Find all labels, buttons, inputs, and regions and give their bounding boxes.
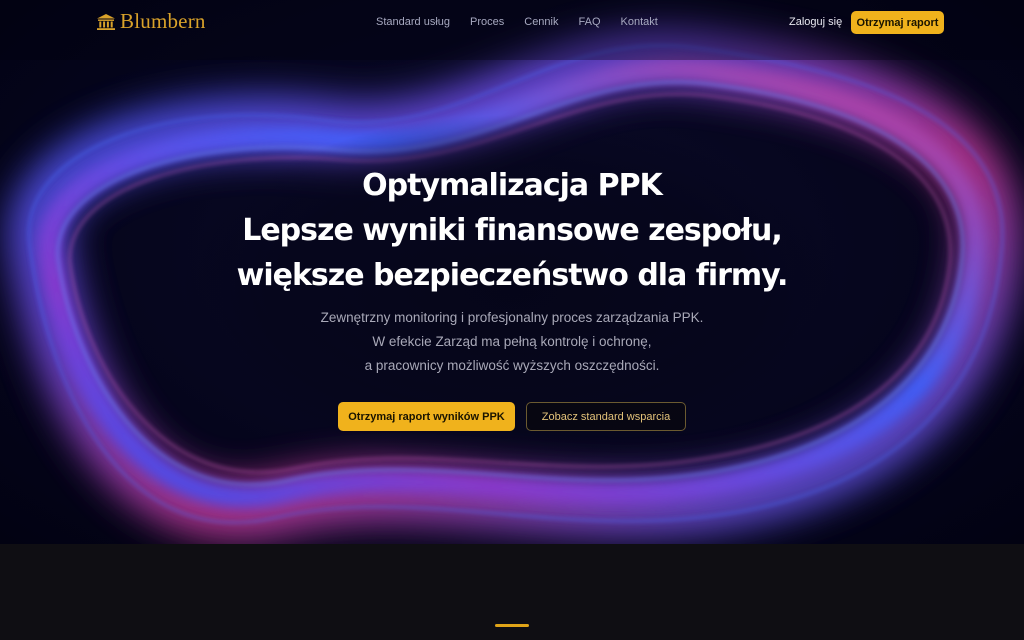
nav-link-kontakt[interactable]: Kontakt	[621, 16, 658, 28]
bank-building-icon	[97, 13, 115, 30]
get-report-button[interactable]: Otrzymaj raport	[851, 11, 944, 34]
subtitle-line-2: W efekcie Zarząd ma pełną kontrolę i och…	[372, 334, 652, 349]
subtitle-line-3: a pracownicy możliwość wyższych oszczędn…	[364, 358, 660, 373]
nav-link-cennik[interactable]: Cennik	[524, 16, 558, 28]
nav-link-proces[interactable]: Proces	[470, 16, 504, 28]
hero-subtitle: Zewnętrzny monitoring i profesjonalny pr…	[0, 306, 1024, 378]
subtitle-line-1: Zewnętrzny monitoring i profesjonalny pr…	[320, 310, 704, 325]
see-support-standard-button[interactable]: Zobacz standard wsparcia	[526, 402, 686, 431]
headline-line-3: większe bezpieczeństwo dla firmy.	[236, 258, 789, 293]
section-accent-divider	[495, 624, 529, 627]
headline-line-1: Optymalizacja PPK	[362, 168, 663, 203]
headline-line-2: Lepsze wyniki finansowe zespołu,	[242, 213, 783, 248]
login-link[interactable]: Zaloguj się	[789, 16, 842, 28]
hero-headline: Optymalizacja PPK Lepsze wyniki finansow…	[0, 163, 1024, 298]
next-section	[0, 544, 1024, 640]
nav-links: Standard usług Proces Cennik FAQ Kontakt	[376, 16, 658, 28]
nav-link-faq[interactable]: FAQ	[579, 16, 601, 28]
top-navigation: Blumbern Standard usług Proces Cennik FA…	[0, 0, 1024, 44]
hero-section: Blumbern Standard usług Proces Cennik FA…	[0, 0, 1024, 544]
nav-link-standard-uslug[interactable]: Standard usług	[376, 16, 450, 28]
get-ppk-report-button[interactable]: Otrzymaj raport wyników PPK	[338, 402, 515, 431]
brand-name: Blumbern	[120, 9, 206, 33]
brand-logo[interactable]: Blumbern	[96, 9, 206, 34]
